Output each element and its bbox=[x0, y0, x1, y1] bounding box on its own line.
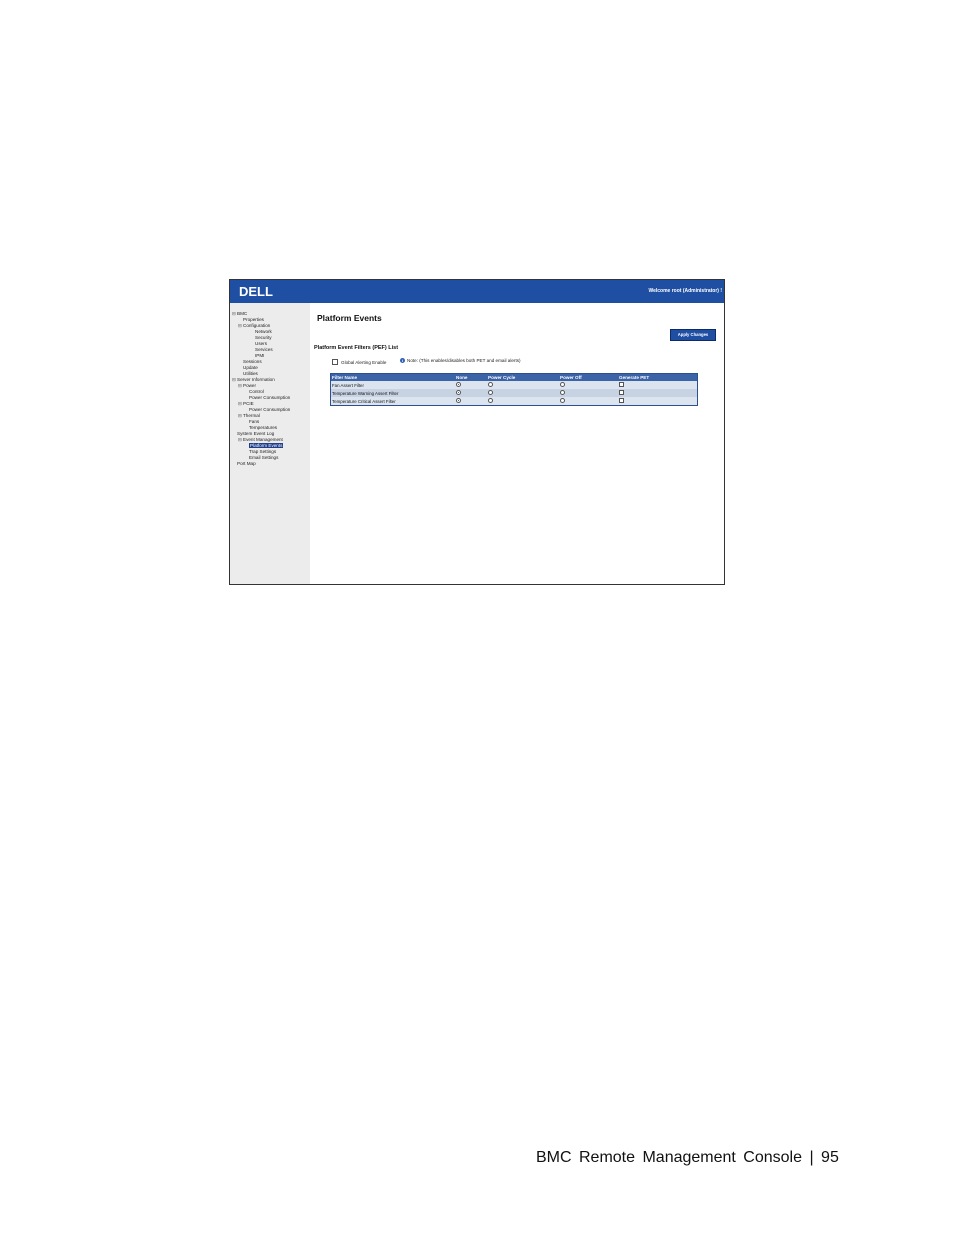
sidebar-item-label: Configuration bbox=[243, 323, 271, 328]
sidebar-item-label: System Event Log bbox=[237, 431, 275, 436]
sidebar-item-label: Power bbox=[243, 383, 257, 388]
sidebar-item-label: Event Management bbox=[243, 437, 283, 442]
sidebar-item-label: IPMI bbox=[255, 353, 265, 358]
sidebar-item-label: Services bbox=[255, 347, 273, 352]
generate-pet-checkbox[interactable] bbox=[619, 382, 624, 387]
radio-cell bbox=[455, 397, 487, 406]
sidebar-item-label: Power Consumption bbox=[249, 407, 291, 412]
radio-cell bbox=[487, 381, 559, 389]
global-alerting: Global Alerting Enable bbox=[332, 359, 386, 365]
sidebar-item-label: Fans bbox=[249, 419, 260, 424]
info-icon: i bbox=[400, 358, 405, 363]
radio-cell bbox=[559, 381, 618, 389]
apply-changes-button[interactable]: Apply Changes bbox=[670, 329, 716, 341]
filter-name-cell: Temperature Warning Assert Filter bbox=[330, 389, 455, 397]
main-content: Platform Events Apply Changes Platform E… bbox=[310, 303, 724, 584]
action-radio[interactable] bbox=[488, 398, 493, 403]
pet-cell bbox=[618, 381, 698, 389]
table-row: Fan Assert Filter bbox=[330, 381, 698, 389]
global-alerting-label: Global Alerting Enable bbox=[341, 359, 387, 365]
table-header: Filter Name None Power Cycle Power Off G… bbox=[330, 373, 698, 381]
action-radio[interactable] bbox=[560, 382, 565, 387]
generate-pet-checkbox[interactable] bbox=[619, 398, 624, 403]
pet-cell bbox=[618, 389, 698, 397]
action-radio[interactable] bbox=[456, 382, 461, 387]
radio-cell bbox=[487, 389, 559, 397]
section-title: Platform Event Filters (PEF) List bbox=[314, 345, 399, 351]
filter-name-cell: Fan Assert Filter bbox=[330, 381, 455, 389]
sidebar-item-label: PCIE bbox=[243, 401, 254, 406]
table-row: Temperature Warning Assert Filter bbox=[330, 389, 698, 397]
col-generate-pet: Generate PET bbox=[618, 373, 698, 381]
table-row: Temperature Critical Assert Filter bbox=[330, 397, 698, 406]
sidebar-item-label: Utilities bbox=[243, 371, 258, 376]
sidebar-item-label: Power Consumption bbox=[249, 395, 291, 400]
sidebar-item-label: BMC bbox=[237, 311, 248, 316]
sidebar-item-label: Trap Settings bbox=[249, 449, 277, 454]
global-alerting-checkbox[interactable] bbox=[332, 359, 338, 365]
action-radio[interactable] bbox=[488, 390, 493, 395]
sidebar-item-label: Server Information bbox=[237, 377, 275, 382]
col-power-off: Power Off bbox=[559, 373, 618, 381]
sidebar-item-label: Temperatures bbox=[249, 425, 278, 430]
sidebar-item-label: Control bbox=[249, 389, 264, 394]
pet-cell bbox=[618, 397, 698, 406]
action-radio[interactable] bbox=[456, 390, 461, 395]
radio-cell bbox=[455, 381, 487, 389]
action-radio[interactable] bbox=[488, 382, 493, 387]
note: i Note: (This enables/disables both PET … bbox=[400, 358, 521, 363]
filter-name-cell: Temperature Critical Assert Filter bbox=[330, 397, 455, 406]
sidebar-item-label: Platform Events bbox=[249, 443, 284, 448]
dell-logo: DELL bbox=[239, 284, 273, 299]
note-text: Note: (This enables/disables both PET an… bbox=[407, 358, 521, 363]
sidebar-item[interactable]: Port Map bbox=[232, 461, 290, 467]
sidebar-item-label: Port Map bbox=[237, 461, 256, 466]
radio-cell bbox=[487, 397, 559, 406]
screenshot-frame: DELL Welcome root (Administrator) ! ⊟BMC… bbox=[229, 279, 725, 585]
generate-pet-checkbox[interactable] bbox=[619, 390, 624, 395]
welcome-text: Welcome root (Administrator) ! bbox=[648, 288, 722, 294]
page-title: Platform Events bbox=[317, 313, 382, 323]
col-none: None bbox=[455, 373, 487, 381]
sidebar-item-label: Update bbox=[243, 365, 258, 370]
radio-cell bbox=[559, 397, 618, 406]
radio-cell bbox=[559, 389, 618, 397]
nav-tree: ⊟BMC Properties ⊟Configuration Network Secur… bbox=[232, 311, 290, 467]
sidebar-item-label: Properties bbox=[243, 317, 264, 322]
radio-cell bbox=[455, 389, 487, 397]
action-radio[interactable] bbox=[560, 390, 565, 395]
sidebar-item-label: Email Settings bbox=[249, 455, 279, 460]
sidebar-item-label: Security bbox=[255, 335, 272, 340]
col-power-cycle: Power Cycle bbox=[487, 373, 559, 381]
action-radio[interactable] bbox=[456, 398, 461, 403]
sidebar-item-label: Network bbox=[255, 329, 272, 334]
sidebar: ⊟BMC Properties ⊟Configuration Network Secur… bbox=[230, 303, 310, 584]
sidebar-item-label: Sessions bbox=[243, 359, 262, 364]
action-radio[interactable] bbox=[560, 398, 565, 403]
page-footer: BMC Remote Management Console | 95 bbox=[536, 1149, 839, 1166]
sidebar-item-label: Users bbox=[255, 341, 267, 346]
pef-table: Filter Name None Power Cycle Power Off G… bbox=[330, 373, 698, 406]
sidebar-item-label: Thermal bbox=[243, 413, 260, 418]
header-bar: DELL Welcome root (Administrator) ! bbox=[230, 280, 724, 303]
col-filter-name: Filter Name bbox=[330, 373, 455, 381]
